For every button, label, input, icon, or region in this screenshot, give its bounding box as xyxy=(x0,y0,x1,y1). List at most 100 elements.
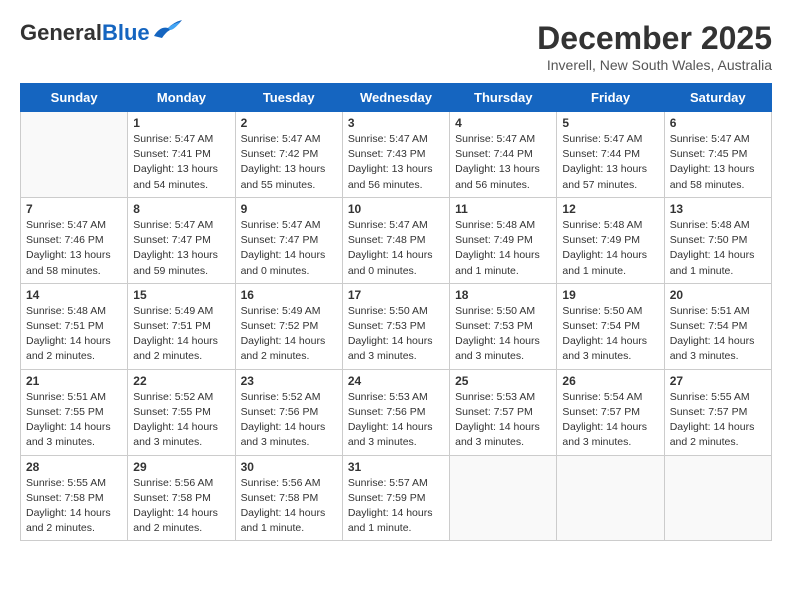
day-info: Sunrise: 5:47 AMSunset: 7:45 PMDaylight:… xyxy=(670,132,766,193)
calendar-cell: 31 Sunrise: 5:57 AMSunset: 7:59 PMDayligh… xyxy=(342,455,449,541)
calendar-cell: 11 Sunrise: 5:48 AMSunset: 7:49 PMDayligh… xyxy=(450,197,557,283)
day-number: 4 xyxy=(455,116,551,130)
day-number: 20 xyxy=(670,288,766,302)
calendar-cell: 14 Sunrise: 5:48 AMSunset: 7:51 PMDayligh… xyxy=(21,283,128,369)
calendar-cell: 1 Sunrise: 5:47 AMSunset: 7:41 PMDaylight… xyxy=(128,112,235,198)
calendar-cell: 26 Sunrise: 5:54 AMSunset: 7:57 PMDayligh… xyxy=(557,369,664,455)
day-info: Sunrise: 5:47 AMSunset: 7:46 PMDaylight:… xyxy=(26,218,122,279)
day-number: 27 xyxy=(670,374,766,388)
calendar-cell: 18Sunrise: 5:50 AMSunset: 7:53 PMDayligh… xyxy=(450,283,557,369)
calendar-cell: 24 Sunrise: 5:53 AMSunset: 7:56 PMDayligh… xyxy=(342,369,449,455)
day-info: Sunrise: 5:55 AMSunset: 7:58 PMDaylight:… xyxy=(26,476,122,537)
title-block: December 2025 Inverell, New South Wales,… xyxy=(537,20,772,73)
day-number: 21 xyxy=(26,374,122,388)
week-row-4: 21Sunrise: 5:51 AMSunset: 7:55 PMDayligh… xyxy=(21,369,772,455)
calendar-cell: 27 Sunrise: 5:55 AMSunset: 7:57 PMDayligh… xyxy=(664,369,771,455)
calendar-cell: 20 Sunrise: 5:51 AMSunset: 7:54 PMDayligh… xyxy=(664,283,771,369)
calendar-cell: 10 Sunrise: 5:47 AMSunset: 7:48 PMDayligh… xyxy=(342,197,449,283)
day-number: 11 xyxy=(455,202,551,216)
day-info: Sunrise: 5:47 AMSunset: 7:47 PMDaylight:… xyxy=(241,218,337,279)
calendar-cell: 6 Sunrise: 5:47 AMSunset: 7:45 PMDaylight… xyxy=(664,112,771,198)
day-info: Sunrise: 5:48 AMSunset: 7:49 PMDaylight:… xyxy=(562,218,658,279)
day-number: 8 xyxy=(133,202,229,216)
calendar-cell xyxy=(21,112,128,198)
day-info: Sunrise: 5:54 AMSunset: 7:57 PMDaylight:… xyxy=(562,390,658,451)
week-row-2: 7 Sunrise: 5:47 AMSunset: 7:46 PMDaylight… xyxy=(21,197,772,283)
weekday-header-row: SundayMondayTuesdayWednesdayThursdayFrid… xyxy=(21,84,772,112)
day-number: 31 xyxy=(348,460,444,474)
day-number: 14 xyxy=(26,288,122,302)
day-info: Sunrise: 5:53 AMSunset: 7:57 PMDaylight:… xyxy=(455,390,551,451)
day-info: Sunrise: 5:48 AMSunset: 7:51 PMDaylight:… xyxy=(26,304,122,365)
day-info: Sunrise: 5:48 AMSunset: 7:50 PMDaylight:… xyxy=(670,218,766,279)
day-info: Sunrise: 5:47 AMSunset: 7:42 PMDaylight:… xyxy=(241,132,337,193)
weekday-header-wednesday: Wednesday xyxy=(342,84,449,112)
day-number: 5 xyxy=(562,116,658,130)
week-row-1: 1 Sunrise: 5:47 AMSunset: 7:41 PMDaylight… xyxy=(21,112,772,198)
day-number: 30 xyxy=(241,460,337,474)
day-info: Sunrise: 5:51 AMSunset: 7:54 PMDaylight:… xyxy=(670,304,766,365)
calendar-cell: 12 Sunrise: 5:48 AMSunset: 7:49 PMDayligh… xyxy=(557,197,664,283)
calendar-cell: 15Sunrise: 5:49 AMSunset: 7:51 PMDayligh… xyxy=(128,283,235,369)
day-number: 3 xyxy=(348,116,444,130)
day-number: 10 xyxy=(348,202,444,216)
day-info: Sunrise: 5:56 AMSunset: 7:58 PMDaylight:… xyxy=(133,476,229,537)
calendar-cell: 30 Sunrise: 5:56 AMSunset: 7:58 PMDayligh… xyxy=(235,455,342,541)
day-number: 25 xyxy=(455,374,551,388)
day-number: 26 xyxy=(562,374,658,388)
calendar-cell: 21Sunrise: 5:51 AMSunset: 7:55 PMDayligh… xyxy=(21,369,128,455)
logo-general: GeneralBlue xyxy=(20,20,150,46)
weekday-header-friday: Friday xyxy=(557,84,664,112)
calendar-cell: 25 Sunrise: 5:53 AMSunset: 7:57 PMDayligh… xyxy=(450,369,557,455)
day-number: 9 xyxy=(241,202,337,216)
day-info: Sunrise: 5:57 AMSunset: 7:59 PMDaylight:… xyxy=(348,476,444,537)
calendar-cell: 2 Sunrise: 5:47 AMSunset: 7:42 PMDaylight… xyxy=(235,112,342,198)
day-number: 29 xyxy=(133,460,229,474)
week-row-5: 28 Sunrise: 5:55 AMSunset: 7:58 PMDayligh… xyxy=(21,455,772,541)
day-number: 24 xyxy=(348,374,444,388)
day-number: 6 xyxy=(670,116,766,130)
day-number: 23 xyxy=(241,374,337,388)
day-number: 17 xyxy=(348,288,444,302)
day-info: Sunrise: 5:49 AMSunset: 7:52 PMDaylight:… xyxy=(241,304,337,365)
day-info: Sunrise: 5:56 AMSunset: 7:58 PMDaylight:… xyxy=(241,476,337,537)
day-number: 19 xyxy=(562,288,658,302)
weekday-header-monday: Monday xyxy=(128,84,235,112)
day-number: 1 xyxy=(133,116,229,130)
calendar-cell: 4 Sunrise: 5:47 AMSunset: 7:44 PMDaylight… xyxy=(450,112,557,198)
day-info: Sunrise: 5:47 AMSunset: 7:43 PMDaylight:… xyxy=(348,132,444,193)
month-title: December 2025 xyxy=(537,20,772,57)
day-info: Sunrise: 5:47 AMSunset: 7:47 PMDaylight:… xyxy=(133,218,229,279)
day-info: Sunrise: 5:50 AMSunset: 7:53 PMDaylight:… xyxy=(455,304,551,365)
calendar-cell: 29 Sunrise: 5:56 AMSunset: 7:58 PMDayligh… xyxy=(128,455,235,541)
day-info: Sunrise: 5:47 AMSunset: 7:41 PMDaylight:… xyxy=(133,132,229,193)
calendar-cell: 28 Sunrise: 5:55 AMSunset: 7:58 PMDayligh… xyxy=(21,455,128,541)
day-number: 16 xyxy=(241,288,337,302)
calendar-cell: 9 Sunrise: 5:47 AMSunset: 7:47 PMDaylight… xyxy=(235,197,342,283)
day-info: Sunrise: 5:47 AMSunset: 7:48 PMDaylight:… xyxy=(348,218,444,279)
day-info: Sunrise: 5:48 AMSunset: 7:49 PMDaylight:… xyxy=(455,218,551,279)
day-info: Sunrise: 5:52 AMSunset: 7:55 PMDaylight:… xyxy=(133,390,229,451)
weekday-header-sunday: Sunday xyxy=(21,84,128,112)
day-info: Sunrise: 5:53 AMSunset: 7:56 PMDaylight:… xyxy=(348,390,444,451)
weekday-header-thursday: Thursday xyxy=(450,84,557,112)
day-info: Sunrise: 5:50 AMSunset: 7:53 PMDaylight:… xyxy=(348,304,444,365)
day-info: Sunrise: 5:52 AMSunset: 7:56 PMDaylight:… xyxy=(241,390,337,451)
day-number: 2 xyxy=(241,116,337,130)
calendar-table: SundayMondayTuesdayWednesdayThursdayFrid… xyxy=(20,83,772,541)
calendar-cell: 22Sunrise: 5:52 AMSunset: 7:55 PMDayligh… xyxy=(128,369,235,455)
day-info: Sunrise: 5:55 AMSunset: 7:57 PMDaylight:… xyxy=(670,390,766,451)
day-info: Sunrise: 5:47 AMSunset: 7:44 PMDaylight:… xyxy=(562,132,658,193)
calendar-cell: 23 Sunrise: 5:52 AMSunset: 7:56 PMDayligh… xyxy=(235,369,342,455)
logo-blue: Blue xyxy=(102,20,150,45)
calendar-cell xyxy=(557,455,664,541)
page-header: GeneralBlue December 2025 Inverell, New … xyxy=(20,20,772,73)
day-number: 28 xyxy=(26,460,122,474)
calendar-cell: 19Sunrise: 5:50 AMSunset: 7:54 PMDayligh… xyxy=(557,283,664,369)
logo: GeneralBlue xyxy=(20,20,184,46)
day-number: 7 xyxy=(26,202,122,216)
weekday-header-tuesday: Tuesday xyxy=(235,84,342,112)
day-info: Sunrise: 5:47 AMSunset: 7:44 PMDaylight:… xyxy=(455,132,551,193)
calendar-cell xyxy=(664,455,771,541)
day-number: 12 xyxy=(562,202,658,216)
